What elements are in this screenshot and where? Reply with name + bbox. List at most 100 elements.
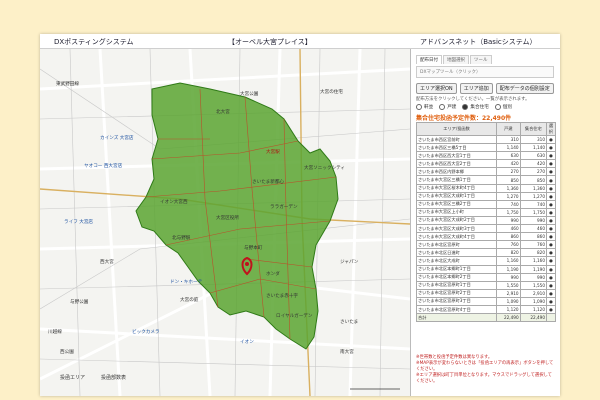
select-marker[interactable]: ● [546, 159, 556, 169]
table-row[interactable]: さいたま市西区西大宮2丁目 420 420 ● [415, 159, 556, 169]
table-cell: さいたま市大宮区三橋2丁目 [415, 199, 498, 209]
tab-tools[interactable]: ツール [470, 55, 492, 64]
select-marker[interactable]: ● [546, 256, 556, 266]
table-row[interactable]: さいたま市大宮区上小町 1,750 1,750 ● [415, 207, 556, 217]
map-label: ヤオコー 西大宮店 [84, 164, 123, 169]
table-row[interactable]: さいたま市西区宮前町 310 310 ● [415, 134, 556, 145]
table-row[interactable]: さいたま市大宮区桜木町4丁目 1,360 1,360 ● [415, 183, 556, 193]
table-row[interactable]: さいたま市西区内野本郷 270 270 ● [415, 167, 556, 177]
table-row[interactable]: さいたま市北区本郷町2丁目 990 990 ● [415, 272, 556, 282]
map-label: 大宮区役所 [216, 216, 239, 221]
area-select-on-button[interactable]: エリア選択ON [416, 83, 457, 94]
table-cell: 22,490 [496, 313, 521, 323]
table-cell: さいたま市西区三橋5丁目 [415, 143, 498, 153]
table-sum-row[interactable]: 合計 22,490 22,490 [415, 313, 556, 323]
table-row[interactable]: さいたま市北区宮原町1丁目 1,550 1,550 ● [415, 280, 556, 290]
distribution-method-radios: 軒並 戸建 集合住宅 個別 [416, 104, 518, 110]
select-marker[interactable]: ● [546, 215, 556, 226]
map-label: ロイヤルガーデン [276, 314, 313, 319]
select-marker[interactable]: ● [546, 264, 556, 274]
table-row[interactable]: さいたま市大宮区大成町3丁目 460 460 ● [415, 224, 556, 234]
table-cell: 630 [519, 151, 548, 161]
table-row[interactable]: さいたま市北区日進町 820 820 ● [415, 248, 556, 258]
table-cell: さいたま市北区宮原町1丁目 [415, 280, 498, 290]
table-cell: 2,910 [496, 288, 521, 298]
select-marker[interactable]: ● [546, 280, 556, 290]
table-row[interactable]: さいたま市大宮区大成町1丁目 1,270 1,270 ● [415, 191, 556, 201]
select-marker[interactable]: ● [546, 199, 556, 209]
table-cell: 820 [519, 248, 548, 258]
table-row[interactable]: さいたま市北区本郷町1丁目 1,190 1,190 ● [415, 264, 556, 274]
tab-date[interactable]: 配布日付 [416, 55, 442, 64]
select-marker[interactable]: ● [546, 167, 556, 177]
select-marker[interactable]: ● [546, 224, 556, 234]
select-marker[interactable]: ● [546, 296, 556, 306]
select-marker[interactable] [546, 313, 556, 323]
tab-map-select[interactable]: 地図選択 [443, 55, 469, 64]
table-row[interactable]: さいたま市北区宮原町4丁目 1,120 1,120 ● [415, 304, 556, 315]
table-cell: 760 [519, 240, 548, 250]
column-header: エリア/投函数 [415, 122, 498, 136]
table-cell: 270 [519, 167, 548, 177]
table-cell: さいたま市北区宮原町4丁目 [415, 304, 498, 315]
dx-map-tool-bar[interactable]: DXマップツール（クリック） [416, 66, 554, 78]
table-row[interactable]: さいたま市大宮区三橋1丁目 850 850 ● [415, 175, 556, 185]
table-cell: さいたま市西区西大宮1丁目 [415, 151, 498, 161]
select-marker[interactable]: ● [546, 151, 556, 161]
select-marker[interactable]: ● [546, 207, 556, 217]
select-marker[interactable]: ● [546, 134, 556, 145]
radio-individual[interactable]: 個別 [494, 104, 512, 110]
tab-delivery-area[interactable]: 投函エリア [60, 374, 85, 381]
column-header: 戸建 [496, 122, 521, 136]
table-row[interactable]: さいたま市西区西大宮1丁目 630 630 ● [415, 151, 556, 161]
select-marker[interactable]: ● [546, 240, 556, 250]
select-marker[interactable]: ● [546, 175, 556, 185]
map-label: さいたま新都心 [252, 180, 285, 185]
table-cell: さいたま市大宮区三橋1丁目 [415, 175, 498, 185]
map-label: 与野本町 [244, 246, 263, 251]
map-label: 大宮ソニックシティ [304, 166, 346, 171]
map-label: イオン [240, 340, 254, 345]
tab-delivery-count[interactable]: 投函部数表 [101, 374, 126, 381]
map-canvas[interactable] [40, 49, 410, 396]
table-cell: さいたま市西区西大宮2丁目 [415, 159, 498, 169]
map-view[interactable]: 東武野田線 大宮公園 大宮の住宅 カインズ 大宮店 ヤオコー 西大宮店 大宮駅 … [40, 49, 411, 396]
select-marker[interactable]: ● [546, 288, 556, 298]
table-cell: 1,120 [519, 304, 548, 315]
table-cell: 420 [496, 159, 521, 169]
table-cell: 850 [519, 175, 548, 185]
table-cell: 1,270 [519, 191, 548, 201]
individual-setting-button[interactable]: 配布データの個別設定 [495, 83, 554, 94]
add-area-button[interactable]: エリア追加 [459, 83, 493, 94]
select-marker[interactable]: ● [546, 183, 556, 193]
table-cell: さいたま市西区内野本郷 [415, 167, 498, 177]
table-cell: 2,910 [519, 288, 548, 298]
table-row[interactable]: さいたま市北区大成町 1,160 1,160 ● [415, 256, 556, 266]
select-marker[interactable]: ● [546, 143, 556, 153]
table-row[interactable]: さいたま市北区宮原町2丁目 2,910 2,910 ● [415, 288, 556, 298]
map-label: ビックカメラ [132, 330, 160, 335]
radio-all[interactable]: 軒並 [416, 104, 433, 110]
table-cell: 1,270 [496, 191, 521, 201]
map-label: 西大宮 [100, 260, 114, 265]
table-row[interactable]: さいたま市西区三橋5丁目 1,140 1,140 ● [415, 143, 556, 153]
table-row[interactable]: さいたま市北区宮原町 760 760 ● [415, 240, 556, 250]
radio-house[interactable]: 戸建 [439, 104, 456, 110]
area-table: エリア/投函数 戸建 集合住宅 選択 さいたま市西区宮前町 310 310 ● さいたま… [415, 122, 556, 323]
select-marker[interactable]: ● [546, 248, 556, 258]
table-row[interactable]: さいたま市大宮区大成町2丁目 990 990 ● [415, 215, 556, 226]
map-label: イオン大宮西 [160, 200, 188, 205]
table-row[interactable]: さいたま市北区宮原町3丁目 1,090 1,090 ● [415, 296, 556, 306]
select-marker[interactable]: ● [546, 191, 556, 201]
select-marker[interactable]: ● [546, 272, 556, 282]
table-cell: 1,360 [496, 183, 521, 193]
table-cell: 1,090 [519, 296, 548, 306]
table-row[interactable]: さいたま市大宮区三橋2丁目 740 740 ● [415, 199, 556, 209]
table-cell: 1,160 [519, 256, 548, 266]
table-cell: 1,160 [496, 256, 521, 266]
table-row[interactable]: さいたま市大宮区大成町4丁目 860 860 ● [415, 232, 556, 242]
select-marker[interactable]: ● [546, 232, 556, 242]
table-cell: 1,140 [496, 143, 521, 153]
radio-apartment[interactable]: 集合住宅 [462, 104, 489, 110]
select-marker[interactable]: ● [546, 304, 556, 315]
